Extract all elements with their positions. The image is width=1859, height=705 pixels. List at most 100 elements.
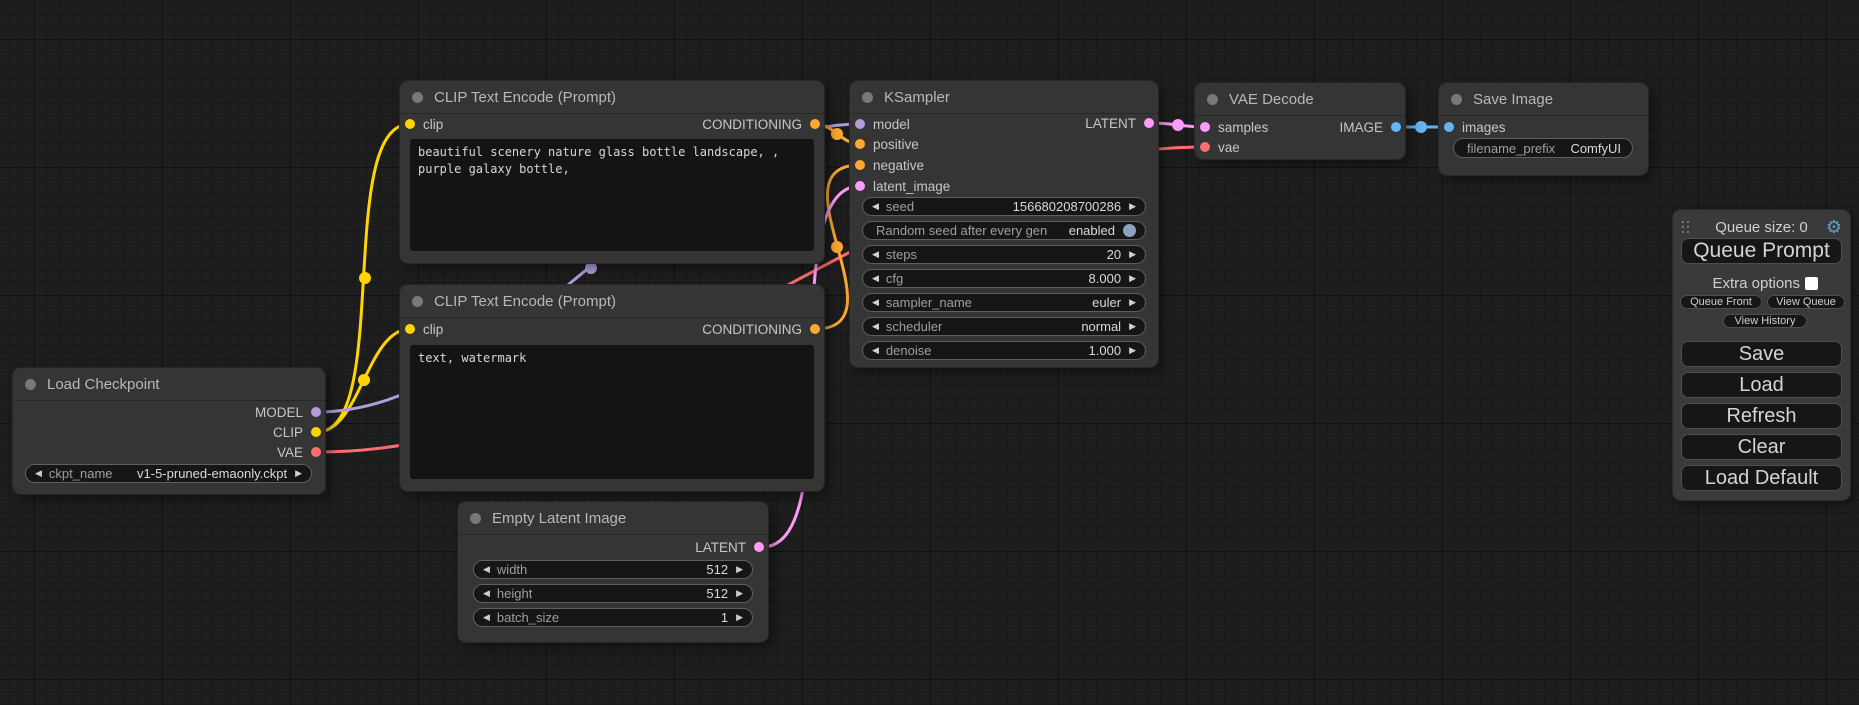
- prompt-textarea[interactable]: beautiful scenery nature glass bottle la…: [410, 139, 814, 251]
- cfg-widget[interactable]: ◀ cfg 8.000 ▶: [862, 269, 1146, 288]
- collapse-dot-icon[interactable]: [1451, 94, 1462, 105]
- widget-value[interactable]: 156680208700286: [1013, 199, 1121, 214]
- node-title-bar[interactable]: CLIP Text Encode (Prompt): [400, 285, 824, 318]
- stepper-left-icon[interactable]: ◀: [872, 202, 879, 211]
- stepper-left-icon[interactable]: ◀: [872, 298, 879, 307]
- queue-front-button[interactable]: Queue Front: [1680, 295, 1762, 309]
- stepper-left-icon[interactable]: ◀: [35, 469, 42, 478]
- collapse-dot-icon[interactable]: [1207, 94, 1218, 105]
- node-clip-text-encode-positive[interactable]: CLIP Text Encode (Prompt) clip CONDITION…: [400, 81, 824, 263]
- toggle-enabled-icon[interactable]: [1123, 224, 1136, 237]
- stepper-left-icon[interactable]: ◀: [872, 322, 879, 331]
- refresh-button[interactable]: Refresh: [1681, 403, 1842, 429]
- widget-value[interactable]: euler: [1092, 295, 1121, 310]
- node-title: CLIP Text Encode (Prompt): [434, 293, 616, 310]
- stepper-left-icon[interactable]: ◀: [483, 589, 490, 598]
- collapse-dot-icon[interactable]: [470, 513, 481, 524]
- latent-port-dot[interactable]: [855, 181, 865, 191]
- width-widget[interactable]: ◀ width 512 ▶: [473, 560, 753, 579]
- stepper-right-icon[interactable]: ▶: [1129, 274, 1136, 283]
- widget-label: ckpt_name: [49, 466, 113, 481]
- stepper-right-icon[interactable]: ▶: [736, 613, 743, 622]
- stepper-right-icon[interactable]: ▶: [736, 565, 743, 574]
- vae-port-dot[interactable]: [311, 447, 321, 457]
- stepper-left-icon[interactable]: ◀: [872, 346, 879, 355]
- stepper-right-icon[interactable]: ▶: [295, 469, 302, 478]
- conditioning-port-dot[interactable]: [810, 119, 820, 129]
- stepper-right-icon[interactable]: ▶: [736, 589, 743, 598]
- comfyui-canvas[interactable]: { "app": "ComfyUI node graph", "colors":…: [0, 0, 1859, 705]
- node-clip-text-encode-negative[interactable]: CLIP Text Encode (Prompt) clip CONDITION…: [400, 285, 824, 491]
- widget-value[interactable]: 512: [706, 586, 728, 601]
- stepper-right-icon[interactable]: ▶: [1129, 322, 1136, 331]
- stepper-right-icon[interactable]: ▶: [1129, 298, 1136, 307]
- steps-widget[interactable]: ◀ steps 20 ▶: [862, 245, 1146, 264]
- extra-options-row: Extra options: [1673, 276, 1850, 292]
- node-title-bar[interactable]: Save Image: [1439, 83, 1648, 116]
- node-title-bar[interactable]: KSampler: [850, 81, 1158, 114]
- widget-value[interactable]: 20: [1107, 247, 1121, 262]
- conditioning-port-dot[interactable]: [810, 324, 820, 334]
- node-vae-decode[interactable]: VAE Decode samples vae IMAGE: [1195, 83, 1405, 159]
- collapse-dot-icon[interactable]: [412, 92, 423, 103]
- clip-port-dot[interactable]: [405, 119, 415, 129]
- stepper-right-icon[interactable]: ▶: [1129, 202, 1136, 211]
- vae-port-dot[interactable]: [1200, 142, 1210, 152]
- view-history-button[interactable]: View History: [1723, 314, 1807, 328]
- node-title-bar[interactable]: Empty Latent Image: [458, 502, 768, 535]
- batch-size-widget[interactable]: ◀ batch_size 1 ▶: [473, 608, 753, 627]
- conditioning-port-dot[interactable]: [855, 160, 865, 170]
- load-default-button[interactable]: Load Default: [1681, 465, 1842, 491]
- node-ksampler[interactable]: KSampler model positive negative latent_…: [850, 81, 1158, 367]
- seed-widget[interactable]: ◀ seed 156680208700286 ▶: [862, 197, 1146, 216]
- latent-port-dot[interactable]: [754, 542, 764, 552]
- widget-value[interactable]: v1-5-pruned-emaonly.ckpt: [137, 466, 287, 481]
- image-port-dot[interactable]: [1391, 122, 1401, 132]
- sampler-name-widget[interactable]: ◀ sampler_name euler ▶: [862, 293, 1146, 312]
- widget-value[interactable]: normal: [1081, 319, 1121, 334]
- ckpt-name-widget[interactable]: ◀ ckpt_name v1-5-pruned-emaonly.ckpt ▶: [25, 464, 312, 483]
- save-button[interactable]: Save: [1681, 341, 1842, 367]
- collapse-dot-icon[interactable]: [862, 92, 873, 103]
- filename-prefix-widget[interactable]: filename_prefix ComfyUI: [1453, 138, 1633, 158]
- clip-port-dot[interactable]: [405, 324, 415, 334]
- stepper-left-icon[interactable]: ◀: [872, 274, 879, 283]
- node-save-image[interactable]: Save Image images filename_prefix ComfyU…: [1439, 83, 1648, 175]
- node-title-bar[interactable]: CLIP Text Encode (Prompt): [400, 81, 824, 114]
- stepper-left-icon[interactable]: ◀: [872, 250, 879, 259]
- clear-button[interactable]: Clear: [1681, 434, 1842, 460]
- widget-value[interactable]: 512: [706, 562, 728, 577]
- gear-icon[interactable]: ⚙: [1826, 216, 1842, 238]
- stepper-left-icon[interactable]: ◀: [483, 613, 490, 622]
- load-button[interactable]: Load: [1681, 372, 1842, 398]
- stepper-right-icon[interactable]: ▶: [1129, 346, 1136, 355]
- widget-value[interactable]: 1: [721, 610, 728, 625]
- stepper-left-icon[interactable]: ◀: [483, 565, 490, 574]
- view-queue-button[interactable]: View Queue: [1767, 295, 1845, 309]
- conditioning-port-dot[interactable]: [855, 139, 865, 149]
- collapse-dot-icon[interactable]: [25, 379, 36, 390]
- model-port-dot[interactable]: [855, 119, 865, 129]
- random-seed-toggle-widget[interactable]: Random seed after every gen enabled: [862, 221, 1146, 240]
- collapse-dot-icon[interactable]: [412, 296, 423, 307]
- widget-value[interactable]: 8.000: [1089, 271, 1122, 286]
- stepper-right-icon[interactable]: ▶: [1129, 250, 1136, 259]
- node-title-bar[interactable]: Load Checkpoint: [13, 368, 325, 401]
- model-port-dot[interactable]: [311, 407, 321, 417]
- height-widget[interactable]: ◀ height 512 ▶: [473, 584, 753, 603]
- node-load-checkpoint[interactable]: Load Checkpoint MODEL CLIP VAE ◀ ckpt_na…: [13, 368, 325, 494]
- queue-prompt-button[interactable]: Queue Prompt: [1681, 238, 1842, 264]
- output-port-model: MODEL: [255, 404, 321, 420]
- widget-value[interactable]: 1.000: [1089, 343, 1122, 358]
- image-port-dot[interactable]: [1444, 122, 1454, 132]
- node-empty-latent-image[interactable]: Empty Latent Image LATENT ◀ width 512 ▶ …: [458, 502, 768, 642]
- latent-port-dot[interactable]: [1144, 118, 1154, 128]
- widget-value[interactable]: ComfyUI: [1570, 141, 1621, 156]
- denoise-widget[interactable]: ◀ denoise 1.000 ▶: [862, 341, 1146, 360]
- latent-port-dot[interactable]: [1200, 122, 1210, 132]
- prompt-textarea[interactable]: text, watermark: [410, 345, 814, 479]
- clip-port-dot[interactable]: [311, 427, 321, 437]
- node-title-bar[interactable]: VAE Decode: [1195, 83, 1405, 116]
- extra-options-checkbox[interactable]: [1805, 277, 1818, 290]
- scheduler-widget[interactable]: ◀ scheduler normal ▶: [862, 317, 1146, 336]
